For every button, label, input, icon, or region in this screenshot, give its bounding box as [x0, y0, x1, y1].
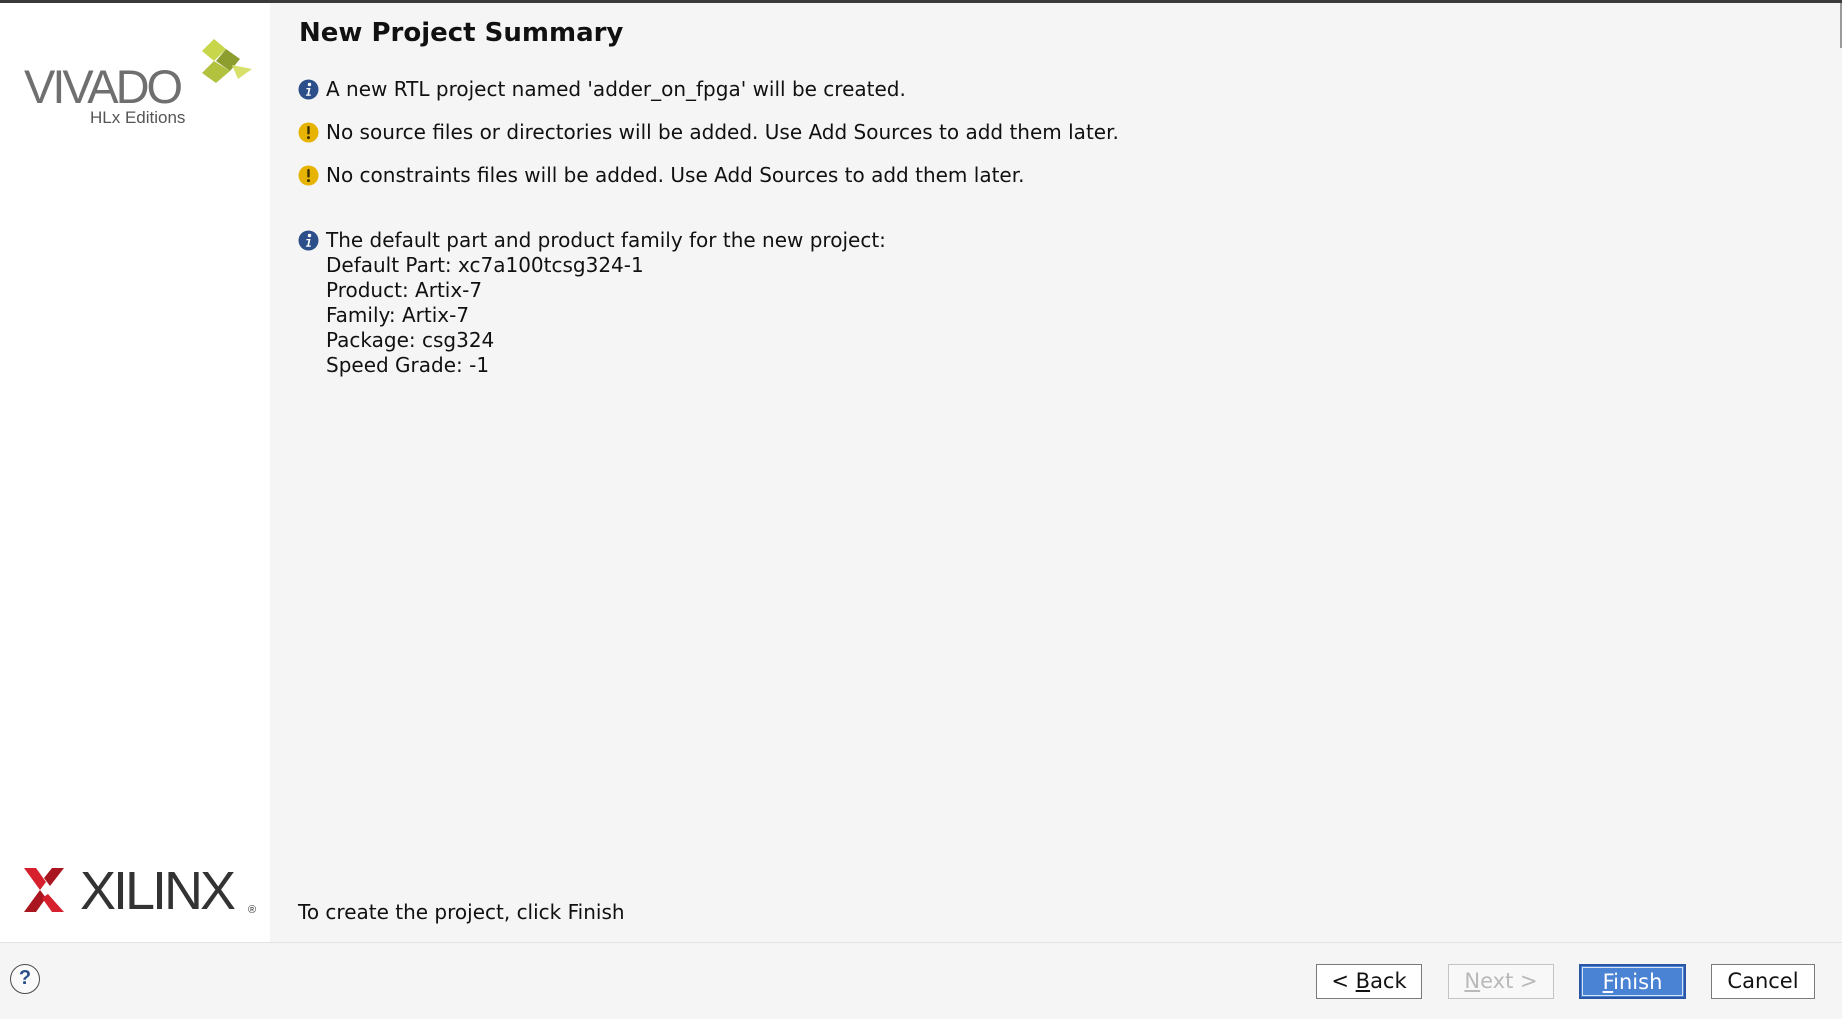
message-line: The default part and product family for …: [326, 228, 886, 252]
back-button[interactable]: < Back: [1316, 964, 1422, 999]
back-mnemonic: B: [1355, 969, 1371, 993]
finish-button[interactable]: Finish: [1579, 964, 1686, 999]
xilinx-x-icon: [24, 868, 64, 912]
product-line: Product: Artix-7: [326, 278, 483, 302]
xilinx-wordmark: XILINX: [80, 861, 236, 921]
package-line: Package: csg324: [326, 328, 495, 352]
xilinx-logo: XILINX ®: [24, 861, 256, 921]
next-label: ext >: [1480, 969, 1538, 993]
registered-mark: ®: [248, 904, 257, 916]
help-button[interactable]: ?: [10, 964, 40, 994]
warning-icon: [298, 122, 319, 143]
next-mnemonic: N: [1464, 969, 1481, 993]
back-prefix: <: [1331, 969, 1356, 993]
back-label: ack: [1370, 969, 1407, 993]
vivado-wordmark: VIVADO: [24, 60, 183, 113]
speed-grade-line: Speed Grade: -1: [326, 353, 490, 377]
finish-label: inish: [1613, 970, 1663, 994]
finish-hint: To create the project, click Finish: [298, 900, 625, 924]
page-title: New Project Summary: [299, 18, 624, 48]
default-part-line: Default Part: xc7a100tcsg324-1: [326, 253, 644, 277]
wizard-sidebar: VIVADO HLx Editions XILINX ®: [0, 3, 270, 942]
message-line: No constraints files will be added. Use …: [326, 163, 1025, 187]
warning-icon: [298, 165, 319, 186]
message-line: No source files or directories will be a…: [326, 120, 1119, 144]
help-icon: ?: [18, 967, 32, 989]
cancel-button[interactable]: Cancel: [1711, 964, 1815, 999]
vivado-leaf-icon: [202, 39, 252, 83]
finish-mnemonic: F: [1602, 970, 1614, 994]
family-line: Family: Artix-7: [326, 303, 470, 327]
info-icon: [298, 79, 319, 100]
vivado-logo: VIVADO HLx Editions: [24, 39, 254, 129]
info-icon: [298, 230, 319, 251]
vivado-edition-label: HLx Editions: [90, 108, 186, 127]
wizard-footer: [0, 942, 1842, 1019]
message-line: A new RTL project named 'adder_on_fpga' …: [326, 77, 906, 101]
next-button[interactable]: Next >: [1448, 964, 1554, 999]
